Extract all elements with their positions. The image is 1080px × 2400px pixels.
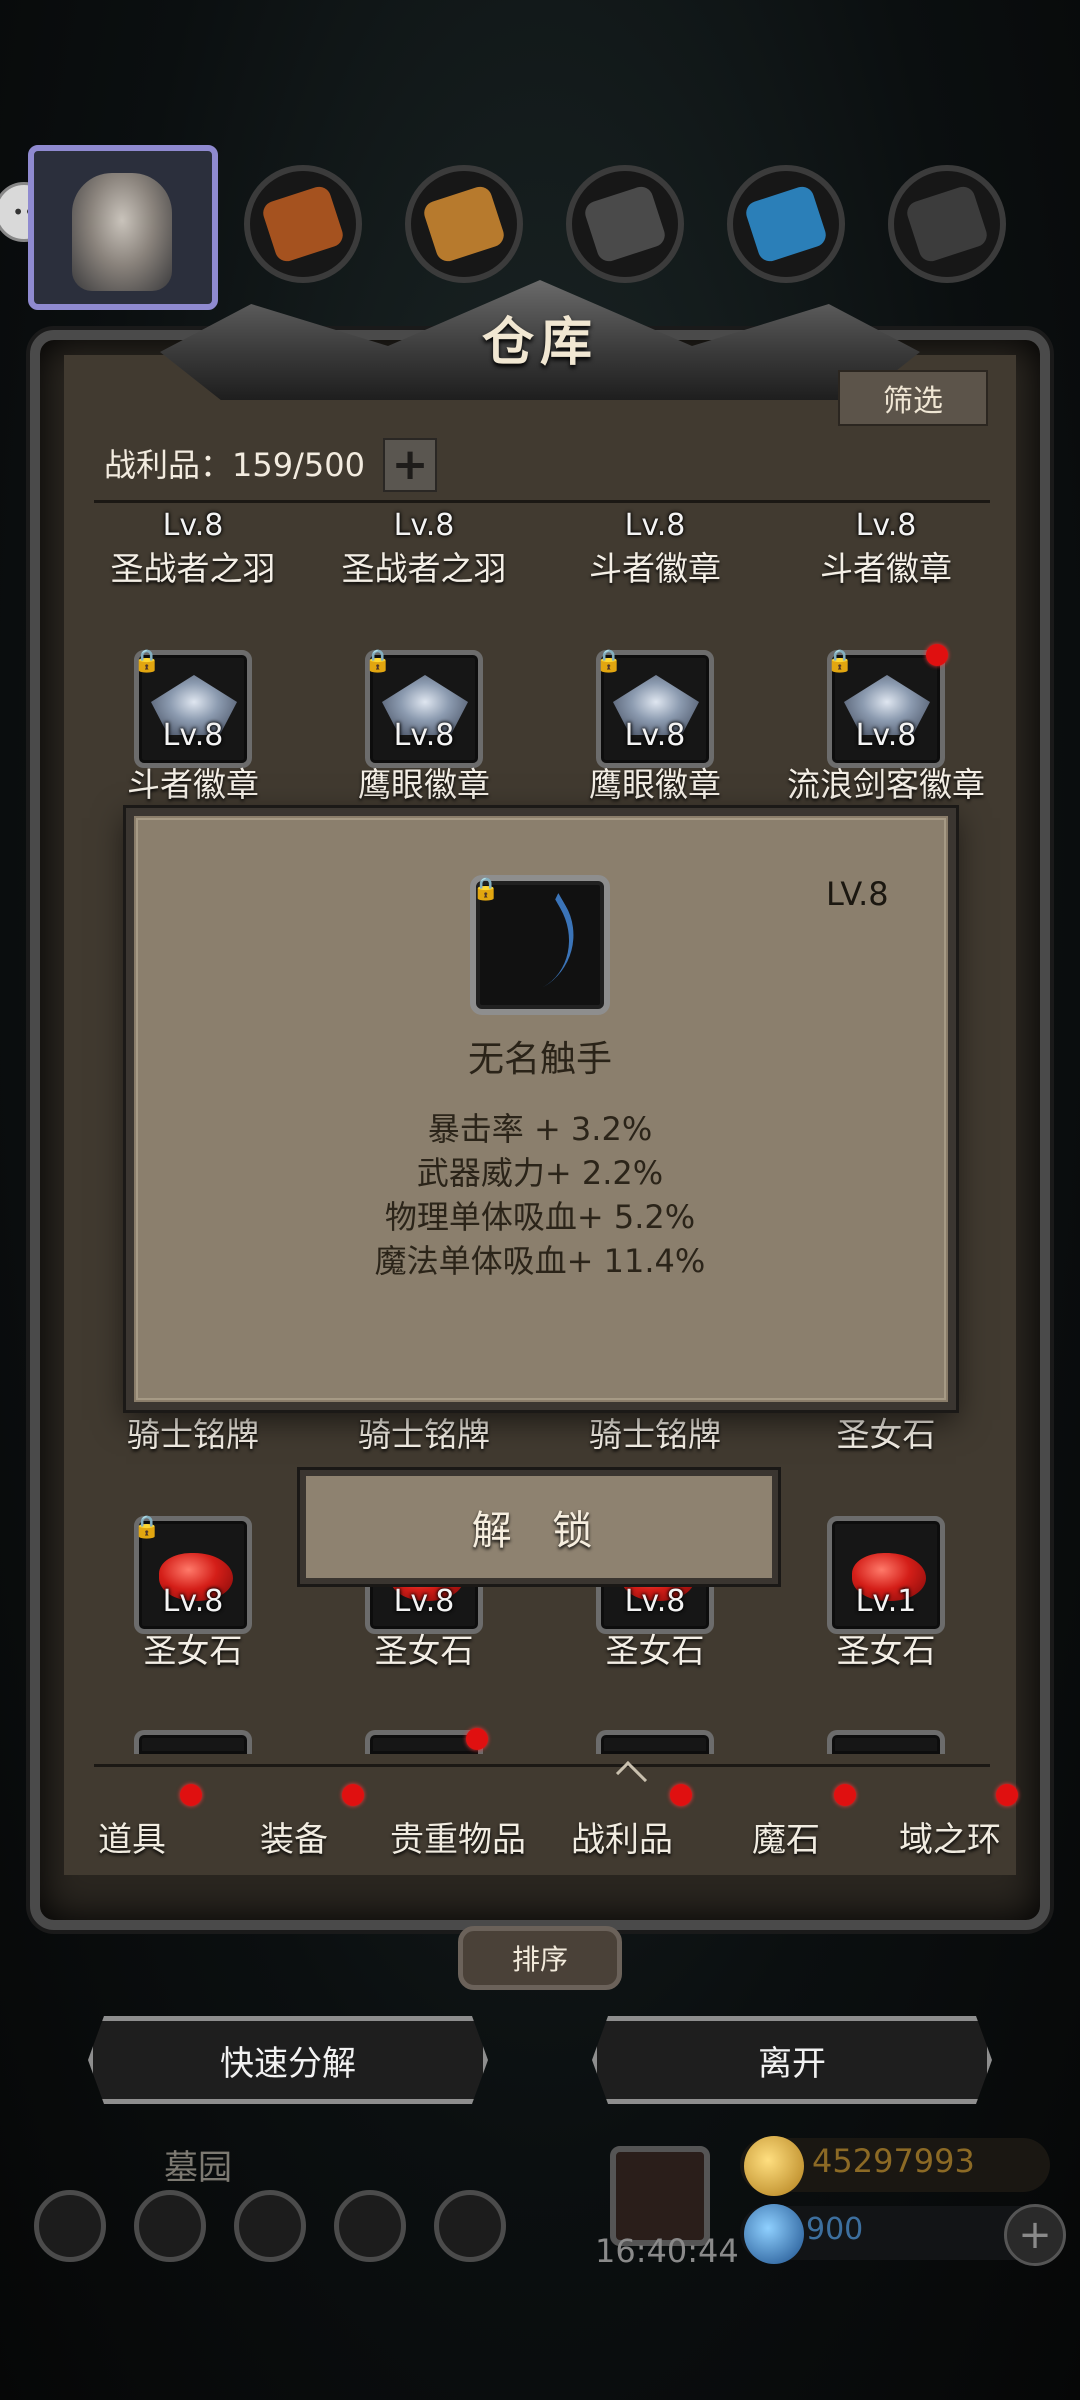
grid-item[interactable]: [596, 1730, 714, 1754]
item-name: 圣女石: [836, 1415, 936, 1454]
tab-equipment[interactable]: 装备: [212, 1812, 376, 1861]
expand-capacity-button[interactable]: +: [383, 438, 437, 492]
item-name: 流浪剑客徽章: [787, 765, 985, 804]
item-name: 斗者徽章: [127, 765, 259, 804]
loot-count: 战利品：159/500: [104, 446, 365, 484]
item-level: Lv.8: [162, 1584, 224, 1619]
grid-item[interactable]: Lv.1 圣女石: [786, 1516, 986, 1670]
add-icon[interactable]: +: [1004, 2204, 1066, 2266]
item-name: 鹰眼徽章: [589, 765, 721, 804]
gift-icon[interactable]: [610, 2146, 710, 2246]
mail-icon[interactable]: [334, 2190, 406, 2262]
map-icon[interactable]: [234, 2190, 306, 2262]
tab-valuables[interactable]: 贵重物品: [376, 1812, 540, 1861]
tab-magic-stone[interactable]: 魔石: [704, 1812, 868, 1861]
lock-icon: 🔒: [133, 649, 161, 674]
grid-item[interactable]: [365, 1730, 483, 1754]
resource-stone-icon[interactable]: [566, 165, 684, 283]
item-level: Lv.8: [393, 508, 455, 543]
avatar[interactable]: [28, 145, 218, 310]
tentacle-icon: [492, 892, 596, 996]
resource-ore-icon[interactable]: [888, 165, 1006, 283]
item-name: 圣女石: [143, 1631, 243, 1670]
item-name: 圣女石: [836, 1631, 936, 1670]
item-level: Lv.1: [855, 1584, 917, 1619]
resource-wood-icon[interactable]: [405, 165, 523, 283]
item-name: 无名触手: [467, 1039, 612, 1080]
location-label: 墓园: [164, 2148, 232, 2188]
notification-dot: [996, 1784, 1018, 1806]
avatar-portrait: [72, 173, 172, 291]
notification-dot: [834, 1784, 856, 1806]
stat-physical-lifesteal: 物理单体吸血+ 5.2%: [384, 1198, 696, 1236]
stat-weapon-power: 武器威力+ 2.2%: [416, 1154, 664, 1192]
grid-item[interactable]: 🔒 Lv.8 鹰眼徽章: [555, 649, 755, 804]
item-level: Lv.8: [162, 718, 224, 753]
sort-button[interactable]: 排序: [458, 1926, 622, 1990]
item-name: 骑士铭牌: [127, 1415, 259, 1454]
divider: [94, 500, 990, 503]
notification-dot: [670, 1784, 692, 1806]
shop-icon[interactable]: [434, 2190, 506, 2262]
gem-value: 900: [806, 2212, 864, 2247]
item-level: Lv.8: [393, 718, 455, 753]
item-name: 圣女石: [605, 1631, 705, 1670]
grid-item[interactable]: 🔒 Lv.8 圣女石: [93, 1515, 293, 1670]
resource-meat-icon[interactable]: [244, 165, 362, 283]
quick-decompose-button[interactable]: 快速分解: [88, 2016, 488, 2104]
notification-dot: [180, 1784, 202, 1806]
item-level: Lv.8: [624, 508, 686, 543]
item-level: Lv.8: [393, 1584, 455, 1619]
item-name: 圣战者之羽: [341, 549, 507, 588]
item-name: 斗者徽章: [589, 549, 721, 588]
item-level: Lv.8: [624, 1584, 686, 1619]
lock-icon: 🔒: [364, 649, 392, 674]
gold-icon: [744, 2136, 804, 2196]
grid-item[interactable]: [827, 1730, 945, 1754]
unlock-button[interactable]: 解 锁: [300, 1470, 778, 1584]
grid-item[interactable]: 🔒 Lv.8 斗者徽章: [93, 649, 293, 804]
lock-icon: 🔒: [472, 877, 500, 902]
item-level: Lv.8: [855, 508, 917, 543]
notification-dot: [342, 1784, 364, 1806]
item-icon-frame: 🔒: [470, 875, 610, 1015]
lock-icon: 🔒: [133, 1515, 161, 1540]
filter-button[interactable]: 筛选: [838, 370, 988, 426]
tab-items[interactable]: 道具: [50, 1812, 214, 1861]
achievement-icon[interactable]: [134, 2190, 206, 2262]
item-name: 骑士铭牌: [589, 1415, 721, 1454]
resource-crystal-icon[interactable]: [727, 165, 845, 283]
stat-magic-lifesteal: 魔法单体吸血+ 11.4%: [374, 1242, 706, 1280]
stat-crit-rate: 暴击率 + 3.2%: [427, 1110, 653, 1148]
gem-icon: [744, 2204, 804, 2264]
lock-icon: 🔒: [826, 649, 854, 674]
tab-domain-ring[interactable]: 域之环: [868, 1812, 1032, 1861]
item-level: Lv.8: [855, 718, 917, 753]
page-title: 仓库: [481, 312, 598, 373]
leave-button[interactable]: 离开: [592, 2016, 992, 2104]
settings-icon[interactable]: [34, 2190, 106, 2262]
tab-loot[interactable]: 战利品: [540, 1812, 704, 1861]
item-level: Lv.8: [162, 508, 224, 543]
notification-dot: [466, 1728, 488, 1750]
item-name: 鹰眼徽章: [358, 765, 490, 804]
grid-item[interactable]: [134, 1730, 252, 1754]
gold-value: 45297993: [812, 2142, 975, 2180]
notification-dot: [926, 644, 948, 666]
lock-icon: 🔒: [595, 649, 623, 674]
item-name: 圣战者之羽: [110, 549, 276, 588]
item-level: Lv.8: [624, 718, 686, 753]
grid-item[interactable]: 🔒 Lv.8 流浪剑客徽章: [786, 644, 986, 804]
item-level: LV.8: [826, 875, 889, 913]
grid-item[interactable]: 🔒 Lv.8 鹰眼徽章: [324, 649, 524, 804]
item-name: 斗者徽章: [820, 549, 952, 588]
item-name: 骑士铭牌: [358, 1415, 490, 1454]
gift-timer: 16:40:44: [595, 2232, 739, 2270]
item-name: 圣女石: [374, 1631, 474, 1670]
divider: [94, 1764, 990, 1767]
